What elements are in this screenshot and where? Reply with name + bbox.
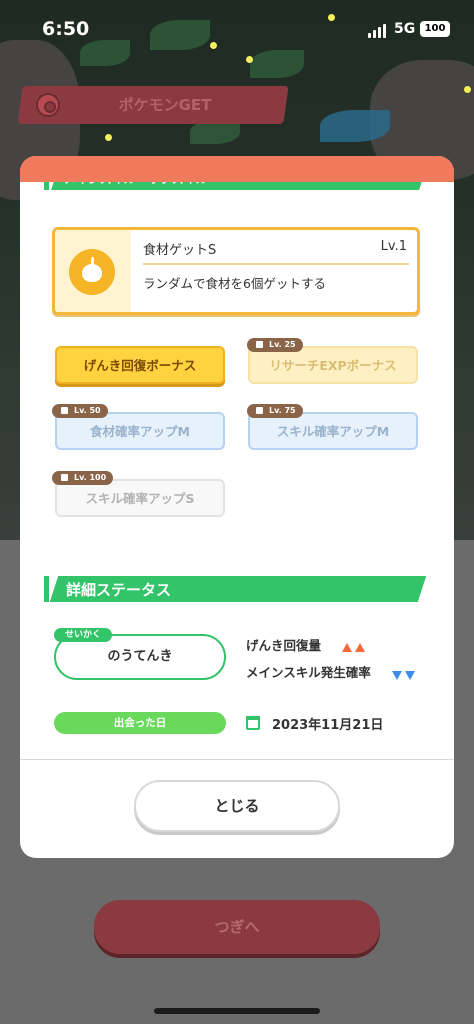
pokemon-detail-modal: メインスキル・サブスキル 食材ゲットS Lv.1 ランダムで食材を6個ゲットする… [20,156,454,858]
home-indicator[interactable] [154,1008,320,1014]
stat-energy-recovery: げんき回復量 [246,638,322,653]
cell-signal-icon [368,24,388,38]
calendar-icon [246,716,260,730]
stat-main-skill-chance: メインスキル発生確率 [246,665,371,680]
subskill-genki-recovery-bonus[interactable]: げんき回復ボーナス [55,346,225,384]
network-type: 5G [394,21,416,37]
background-leaf [320,110,390,142]
pokeball-icon [36,93,60,117]
nature-label: せいかく [54,628,112,642]
firefly [464,86,471,93]
lock-badge-lv25: Lv. 25 [247,338,303,352]
lock-badge-lv50: Lv. 50 [52,404,108,418]
met-date-label: 出会った日 [54,712,226,734]
status-time: 6:50 [42,18,90,40]
modal-header-band-cover [20,156,454,182]
modal-divider [20,759,454,760]
status-bar: 6:50 5G 100 [0,0,474,60]
lock-badge-lv100: Lv. 100 [52,471,114,485]
next-button[interactable]: つぎへ [94,900,380,954]
section-marker [44,576,49,602]
main-skill-name: 食材ゲットS [143,243,217,258]
lock-badge-lv75: Lv. 75 [247,404,303,418]
details-section-title: 詳細ステータス [66,581,172,599]
stat-up-arrows-icon [342,637,368,656]
main-skill-card[interactable]: 食材ゲットS Lv.1 ランダムで食材を6個ゲットする [52,227,420,315]
battery-icon: 100 [420,21,450,37]
close-button[interactable]: とじる [134,780,340,832]
main-skill-icon-area [55,230,131,312]
main-skill-level: Lv.1 [380,239,407,254]
apple-icon [69,249,115,295]
main-skill-description: ランダムで食材を6個ゲットする [143,276,326,291]
main-skill-divider [143,263,409,265]
stat-down-arrows-icon [392,665,418,684]
met-date-value: 2023年11月21日 [272,718,384,733]
banner-label: ポケモンGET [118,96,212,114]
firefly [105,134,112,141]
